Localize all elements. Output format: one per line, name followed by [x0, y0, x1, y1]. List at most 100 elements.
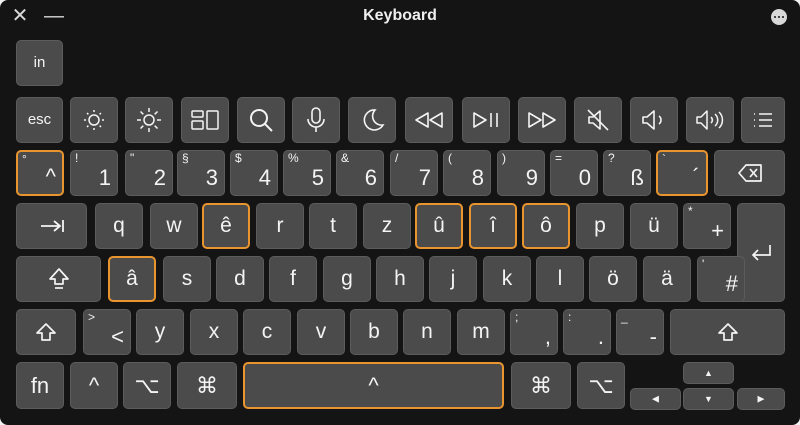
key-x[interactable]: x [190, 309, 238, 355]
key-period[interactable]: : . [563, 309, 611, 355]
key-brightness-up[interactable] [125, 97, 173, 143]
key-eszett[interactable]: ? ß [603, 150, 651, 196]
key-arrow-down[interactable]: ▼ [683, 388, 734, 410]
key-delete[interactable] [714, 150, 785, 196]
key-shift-symbol: ' [702, 257, 705, 271]
key-arrow-right[interactable]: ▶ [737, 388, 785, 410]
key-main-symbol: , [544, 324, 551, 349]
key-rewind[interactable] [405, 97, 453, 143]
key-label: ⌥ [588, 372, 614, 398]
key-option[interactable]: ⌥ [123, 362, 171, 409]
key-menu[interactable] [741, 97, 785, 143]
key-l[interactable]: l [536, 256, 584, 302]
key-n[interactable]: n [403, 309, 451, 355]
key-o-umlaut[interactable]: ö [589, 256, 637, 302]
key-h[interactable]: h [376, 256, 424, 302]
search-icon [250, 109, 273, 132]
key-f[interactable]: f [269, 256, 317, 302]
key-d[interactable]: d [216, 256, 264, 302]
key-label: m [472, 320, 490, 343]
key-label: q [113, 214, 125, 237]
key-u-umlaut[interactable]: ü [630, 203, 678, 249]
key-right-command[interactable]: ⌘ [511, 362, 571, 409]
key-right-option[interactable]: ⌥ [577, 362, 625, 409]
key-comma[interactable]: ; , [510, 309, 558, 355]
key-6[interactable]: & 6 [336, 150, 384, 196]
key-minus[interactable]: _ - [616, 309, 664, 355]
key-tab[interactable] [16, 203, 87, 249]
key-shift-symbol: % [288, 151, 299, 165]
key-shift-symbol: : [568, 310, 572, 324]
key-2[interactable]: " 2 [125, 150, 173, 196]
key-e[interactable]: ê [202, 203, 250, 249]
key-mission-control[interactable] [181, 97, 229, 143]
key-input-source[interactable]: in [16, 40, 63, 86]
key-o[interactable]: ô [522, 203, 570, 249]
key-3[interactable]: § 3 [177, 150, 225, 196]
key-9[interactable]: ) 9 [497, 150, 545, 196]
key-acute[interactable]: ` ´ [656, 150, 708, 196]
key-left-command[interactable]: ⌘ [177, 362, 237, 409]
key-label: s [181, 267, 193, 290]
key-fn[interactable]: fn [16, 362, 64, 409]
key-volume-up[interactable] [686, 97, 734, 143]
key-space[interactable]: ^ [243, 362, 504, 409]
key-a[interactable]: â [108, 256, 156, 302]
key-c[interactable]: c [243, 309, 291, 355]
key-left-shift[interactable] [16, 309, 76, 355]
key-s[interactable]: s [163, 256, 211, 302]
key-j[interactable]: j [429, 256, 477, 302]
key-y[interactable]: y [136, 309, 184, 355]
key-right-shift[interactable] [670, 309, 785, 355]
key-m[interactable]: m [457, 309, 505, 355]
key-fast-forward[interactable] [518, 97, 566, 143]
more-options-icon[interactable] [771, 9, 787, 25]
key-b[interactable]: b [350, 309, 398, 355]
key-a-umlaut[interactable]: ä [643, 256, 691, 302]
key-8[interactable]: ( 8 [443, 150, 491, 196]
key-volume-down[interactable] [630, 97, 678, 143]
key-v[interactable]: v [297, 309, 345, 355]
key-k[interactable]: k [483, 256, 531, 302]
key-w[interactable]: w [150, 203, 198, 249]
key-7[interactable]: / 7 [390, 150, 438, 196]
keyboard-viewer-window: ✕ — Keyboard in esc ° ^ ! 1 " 2 § 3 $ 4 … [0, 0, 800, 425]
key-i[interactable]: î [469, 203, 517, 249]
key-1[interactable]: ! 1 [70, 150, 118, 196]
key-hash[interactable]: ' # [697, 256, 745, 302]
key-p[interactable]: p [576, 203, 624, 249]
minimize-icon[interactable]: — [44, 6, 64, 26]
key-control[interactable]: ^ [70, 362, 118, 409]
key-less-than[interactable]: > < [83, 309, 131, 355]
key-do-not-disturb[interactable] [348, 97, 396, 143]
key-arrow-up[interactable]: ▲ [683, 362, 734, 384]
key-arrow-left[interactable]: ◀ [630, 388, 681, 410]
key-r[interactable]: r [256, 203, 304, 249]
left-arrow-icon: ◀ [652, 393, 659, 404]
rewind-icon [415, 112, 443, 128]
key-caps-lock[interactable] [16, 256, 101, 302]
key-label: d [234, 267, 246, 290]
key-caret[interactable]: ° ^ [16, 150, 64, 196]
key-z[interactable]: z [363, 203, 411, 249]
key-plus[interactable]: * + [683, 203, 731, 249]
key-main-symbol: 6 [364, 165, 377, 190]
key-esc[interactable]: esc [16, 97, 63, 143]
key-q[interactable]: q [95, 203, 143, 249]
key-5[interactable]: % 5 [283, 150, 331, 196]
key-spotlight[interactable] [237, 97, 285, 143]
close-icon[interactable]: ✕ [10, 6, 30, 26]
key-0[interactable]: = 0 [550, 150, 598, 196]
key-dictation[interactable] [292, 97, 340, 143]
key-4[interactable]: $ 4 [230, 150, 278, 196]
key-brightness-down[interactable] [70, 97, 118, 143]
key-shift-symbol: ? [608, 151, 615, 165]
key-g[interactable]: g [323, 256, 371, 302]
key-t[interactable]: t [309, 203, 357, 249]
key-label: k [501, 267, 513, 290]
brightness-down-icon [84, 110, 104, 130]
key-mute[interactable] [574, 97, 622, 143]
key-main-symbol: 7 [418, 165, 431, 190]
key-u[interactable]: û [415, 203, 463, 249]
key-play-pause[interactable] [462, 97, 510, 143]
